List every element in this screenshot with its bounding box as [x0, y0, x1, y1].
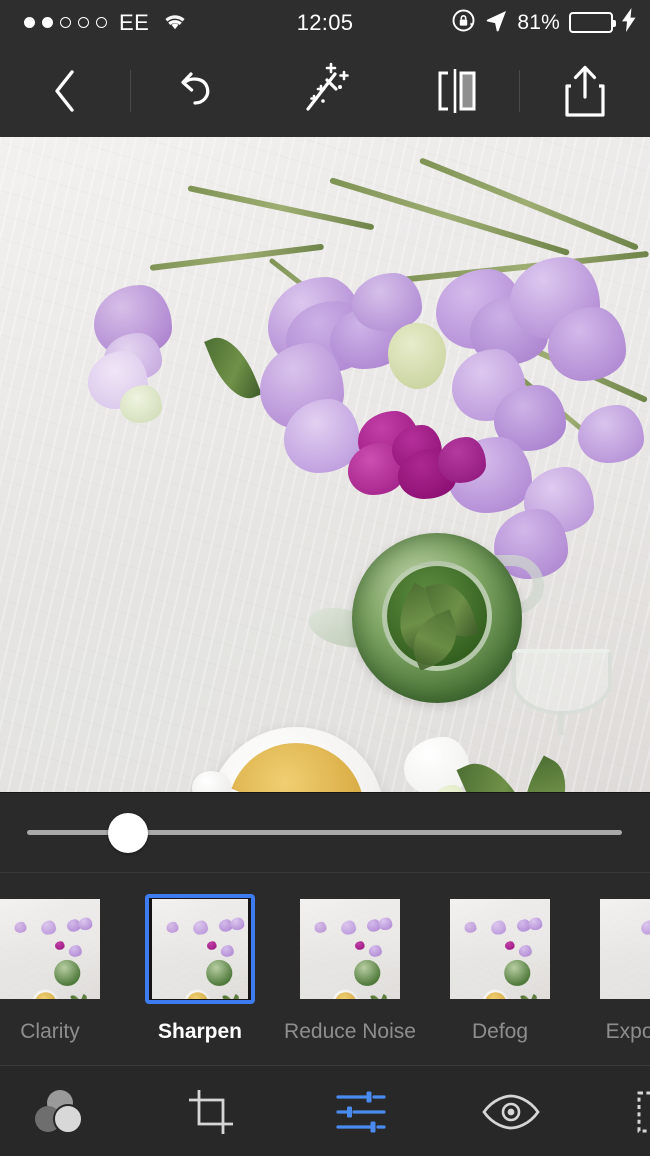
adjustment-thumbnail	[300, 899, 400, 999]
magic-wand-icon	[306, 62, 349, 111]
signal-strength-icon	[24, 17, 107, 28]
flower-petal-magenta	[438, 437, 486, 483]
share-button[interactable]	[520, 45, 650, 137]
glass-stem	[558, 711, 564, 735]
adjustment-item-exposure[interactable]: Exposure	[575, 873, 650, 1066]
back-chevron-icon	[55, 70, 74, 112]
location-arrow-icon	[485, 9, 508, 37]
back-button[interactable]	[0, 45, 130, 137]
bottom-tab-row	[0, 1066, 650, 1156]
slider-thumb[interactable]	[108, 812, 148, 853]
battery-icon	[569, 12, 616, 33]
photo-canvas[interactable]	[0, 137, 650, 792]
adjustment-carousel[interactable]: Clarity Sharpen Reduce Noise Defog Expo	[0, 872, 650, 1065]
lightning-bolt-icon	[622, 8, 636, 37]
adjustment-item-reduce-noise[interactable]: Reduce Noise	[275, 873, 425, 1066]
status-bar: EE 12:05 81%	[0, 0, 650, 45]
adjustment-label-selected: Sharpen	[157, 1020, 243, 1043]
adjustment-thumbnail-wrap	[295, 894, 405, 1004]
rotation-lock-icon	[451, 8, 476, 38]
adjustment-thumbnail	[0, 899, 100, 999]
battery-percent-label: 81%	[517, 10, 560, 34]
photo-editor-app: EE 12:05 81% Clarity Sharpen Reduce Nois…	[0, 0, 650, 1156]
adjustment-thumbnail-wrap-selected	[145, 894, 255, 1004]
status-bar-right: 81%	[451, 8, 650, 38]
adjustment-item-defog[interactable]: Defog	[425, 873, 575, 1066]
crop-tab[interactable]	[136, 1066, 286, 1156]
adjust-tab[interactable]	[286, 1066, 436, 1156]
adjustment-thumbnail	[152, 899, 248, 999]
adjustment-thumbnail	[450, 899, 550, 999]
thumbnail-preview	[152, 899, 248, 999]
three-circles-icon	[35, 1089, 87, 1134]
adjustment-thumbnail-wrap	[0, 894, 105, 1004]
flower-bud	[388, 323, 446, 389]
dashed-frame-icon	[637, 1091, 650, 1132]
adjustment-label: Defog	[471, 1020, 529, 1043]
eye-icon	[482, 1094, 540, 1129]
crop-icon	[189, 1089, 233, 1134]
thumbnail-preview	[0, 899, 100, 999]
adjustment-thumbnail	[600, 899, 650, 999]
editor-toolbar	[0, 45, 650, 137]
before-after-compare-button[interactable]	[390, 45, 520, 137]
selective-tab[interactable]	[436, 1066, 586, 1156]
borders-tab[interactable]	[586, 1066, 650, 1156]
undo-button[interactable]	[131, 45, 261, 137]
adjustment-slider[interactable]	[0, 792, 650, 872]
bottom-tab-bar	[0, 1065, 650, 1156]
adjustment-label: Exposure	[605, 1020, 650, 1043]
adjustment-thumbnail-wrap	[595, 894, 650, 1004]
flower-petal	[120, 385, 162, 423]
sliders-icon	[336, 1091, 386, 1132]
before-after-compare-icon	[438, 69, 476, 113]
adjustment-label: Clarity	[20, 1020, 80, 1043]
wifi-icon	[162, 11, 188, 35]
adjustment-item-clarity[interactable]: Clarity	[0, 873, 125, 1066]
glass	[512, 649, 612, 715]
thumbnail-preview	[600, 899, 650, 999]
adjustment-carousel-row: Clarity Sharpen Reduce Noise Defog Expo	[0, 873, 650, 1066]
adjustment-label: Reduce Noise	[284, 1020, 416, 1043]
looks-tab[interactable]	[0, 1066, 136, 1156]
adjustment-item-sharpen[interactable]: Sharpen	[125, 873, 275, 1066]
share-icon	[565, 65, 605, 117]
adjustment-thumbnail-wrap	[445, 894, 555, 1004]
status-bar-left: EE	[0, 10, 188, 36]
undo-icon	[181, 72, 210, 105]
carrier-label: EE	[119, 9, 150, 35]
thumbnail-preview	[300, 899, 400, 999]
thumbnail-preview	[450, 899, 550, 999]
auto-enhance-button[interactable]	[260, 45, 390, 137]
